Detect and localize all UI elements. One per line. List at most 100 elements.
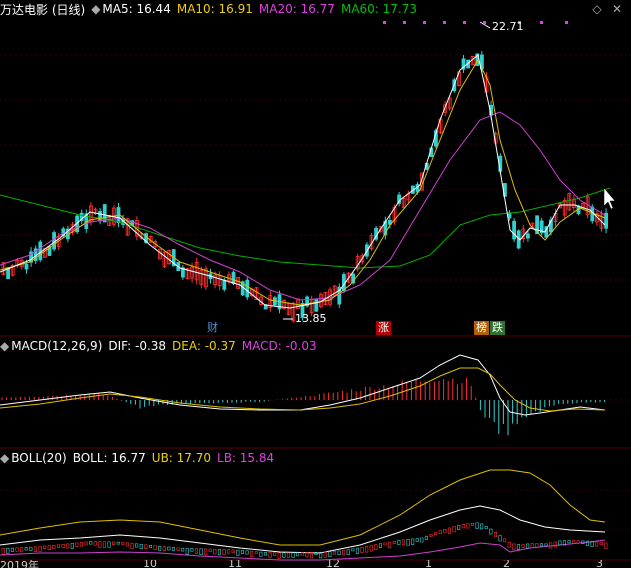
ma5-line [0,54,606,309]
boll-candle [392,540,396,544]
boll-candle [503,538,507,543]
boll-candle [107,541,111,548]
candle-body [314,298,319,312]
boll-candle [484,526,488,529]
boll-candle [447,527,452,534]
x-tick: 3 [596,560,603,568]
boll-legend: ◆ BOLL(20) BOLL: 16.77 UB: 17.70 LB: 15.… [0,449,280,467]
macd-toggle-icon[interactable]: ◆ [0,339,9,353]
boll-candle [24,547,28,551]
boll-candle [33,546,38,552]
boll-candle [282,552,286,558]
boll-candle [434,532,438,536]
boll-candle [75,542,79,547]
x-axis: 2019年 10 11 12 1 2 3 [0,560,631,568]
boll-candle [452,526,456,533]
boll-toggle-icon[interactable]: ◆ [0,451,9,465]
boll-candle [208,548,212,552]
boll-candle [199,548,203,556]
boll-candle [332,550,337,555]
boll-candle [595,541,599,547]
boll-candle [470,522,475,526]
boll-candle [190,548,194,552]
boll-candle [355,547,360,554]
boll-candle [10,547,14,552]
boll-candle [475,522,479,529]
boll-candle [415,538,419,542]
boll-candle [429,534,433,537]
candle-body [52,232,56,250]
boll-candle [204,548,208,556]
boll-candle [388,541,392,549]
boll-value: BOLL: 16.77 [72,451,146,465]
boll-candle [406,539,410,546]
marker-rank[interactable]: 榜 [474,321,489,335]
boll-candle [15,547,19,552]
marker-rise[interactable]: 涨 [376,321,391,335]
boll-candle [323,551,327,558]
boll-candle [66,543,70,549]
candle-body [231,271,236,284]
boll-candle [98,541,102,548]
boll-candle [521,544,525,548]
boll-candle [1,548,5,555]
marker-fall[interactable]: 跌 [490,321,505,335]
boll-candle [507,541,511,548]
boll-candle [480,523,484,530]
marker-finance[interactable]: 财 [205,321,220,335]
x-tick: 2019年 [0,560,39,568]
boll-candle [116,541,120,545]
candle-body [38,241,43,261]
boll-candle [130,543,134,549]
ma60-line [0,187,611,269]
boll-candle [558,540,562,546]
x-tick: 2 [503,560,510,568]
macd-value: MACD: -0.03 [241,339,317,353]
boll-candle [438,530,442,534]
boll-candle [346,549,350,555]
low-price-label: 13.85 [295,312,327,325]
boll-candle [544,543,548,547]
boll-candle [369,545,373,552]
boll-candle [365,546,369,553]
boll-candle [121,542,125,545]
boll-candle [498,535,502,542]
boll-candle [553,541,557,548]
boll-candle [254,551,258,554]
boll-candle [158,545,162,551]
boll-candle [213,548,217,555]
boll-candle [286,552,291,558]
boll-candle [84,541,88,546]
dea-line [0,367,606,412]
boll-candle [135,543,139,548]
signal-dots [383,21,568,24]
candle-body [604,212,608,229]
dea-value: DEA: -0.37 [172,339,236,353]
boll-candle [29,546,33,551]
x-tick: 11 [228,560,242,568]
boll-candle [250,550,254,558]
boll-candle [56,544,61,548]
boll-candle [337,550,341,555]
boll-candle [102,541,106,548]
boll-label: BOLL(20) [11,451,67,465]
boll-candle [466,523,470,529]
boll-candle [144,544,148,550]
boll-candle [512,543,516,551]
boll-candle [217,549,221,556]
x-tick: 12 [326,560,340,568]
boll-candle [457,524,461,530]
boll-candle [567,540,571,544]
boll-candle [378,543,383,549]
boll-candle [70,543,74,549]
boll-candle [185,548,189,555]
boll-candle [259,551,263,557]
boll-candle [222,549,226,555]
ub-value: UB: 17.70 [151,451,212,465]
boll-candle [599,542,603,546]
boll-candle [263,552,268,556]
candle-body [222,279,227,290]
boll-candle [139,544,143,550]
boll-candle [374,544,378,551]
boll-candle [268,552,272,558]
